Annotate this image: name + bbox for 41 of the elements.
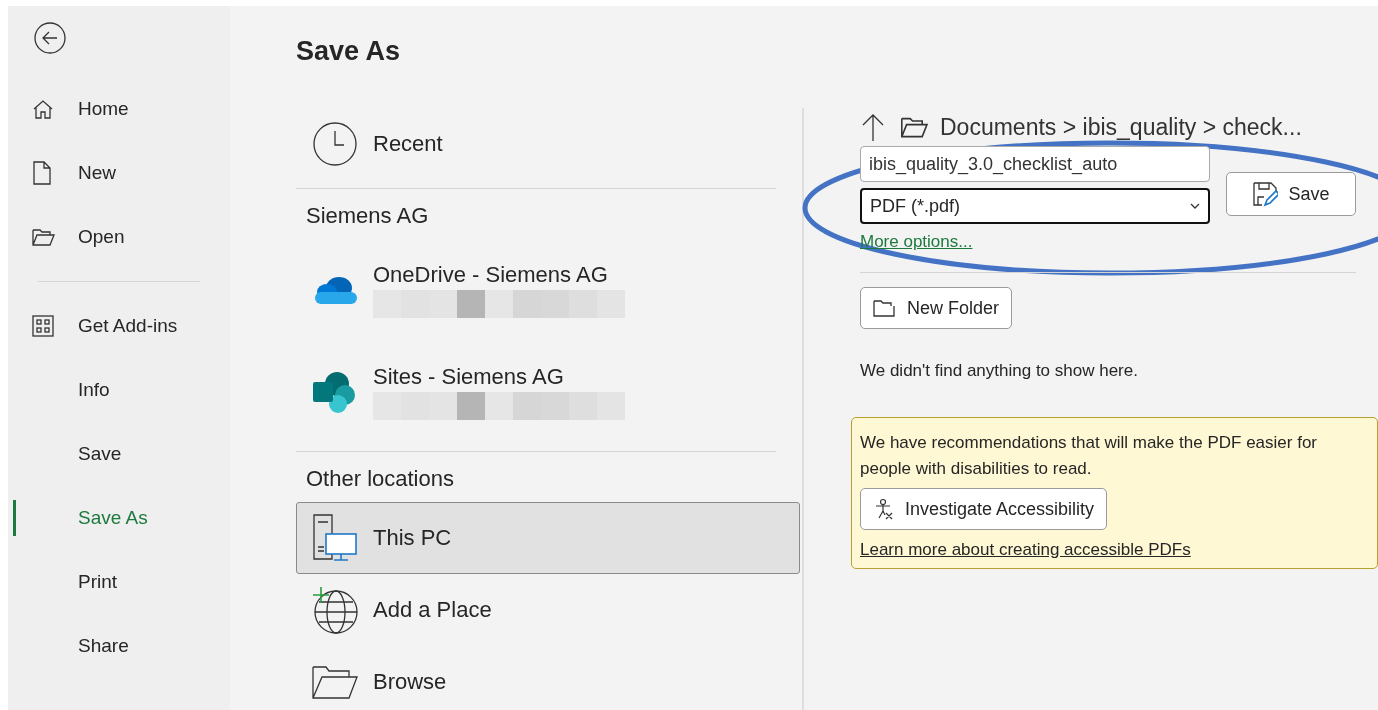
- folder-icon: [873, 298, 897, 318]
- location-item[interactable]: This PC: [296, 502, 800, 574]
- grid-icon: [32, 315, 54, 337]
- location-item[interactable]: OneDrive - Siemens AG: [296, 239, 800, 341]
- location-item[interactable]: Add a Place: [296, 574, 800, 646]
- save-button[interactable]: Save: [1226, 172, 1356, 216]
- location-item[interactable]: Browse: [296, 646, 800, 710]
- file-name-field[interactable]: ibis_quality_3.0_checklist_auto: [860, 146, 1210, 182]
- location-item[interactable]: Sites - Siemens AG: [296, 341, 800, 443]
- empty-message: We didn't find anything to show here.: [860, 361, 1138, 381]
- new-folder-button[interactable]: New Folder: [860, 287, 1013, 329]
- document-icon: [32, 161, 52, 185]
- nav-item[interactable]: Print: [8, 550, 230, 614]
- nav-item[interactable]: Info: [8, 358, 230, 422]
- home-icon: [32, 98, 54, 120]
- folder-icon: [32, 227, 56, 247]
- section-heading: Siemens AG: [305, 202, 430, 230]
- learn-more-link[interactable]: Learn more about creating accessible PDFs: [860, 540, 1369, 560]
- nav-item[interactable]: Home: [8, 77, 230, 141]
- clock-icon: [311, 120, 359, 168]
- nav-item[interactable]: Save: [8, 422, 230, 486]
- back-button[interactable]: [34, 22, 66, 54]
- nav-item[interactable]: New: [8, 141, 230, 205]
- section-heading: Other locations: [305, 465, 455, 493]
- up-arrow-icon[interactable]: [860, 112, 886, 142]
- investigate-accessibility-button[interactable]: Investigate Accessibility: [860, 488, 1108, 530]
- nav-item[interactable]: Open: [8, 205, 230, 269]
- save-icon: [1252, 181, 1279, 207]
- nav-item[interactable]: Save As: [8, 486, 230, 550]
- page-title: Save As: [296, 36, 402, 67]
- globe-icon: [310, 585, 360, 635]
- nav-item[interactable]: Share: [8, 614, 230, 678]
- chevron-down-icon: [1190, 203, 1200, 209]
- location-item[interactable]: Recent: [296, 108, 800, 180]
- breadcrumb-path[interactable]: Documents > ibis_quality > check...: [940, 113, 1302, 141]
- file-type-dropdown[interactable]: PDF (*.pdf): [860, 188, 1210, 224]
- folder-icon: [900, 115, 930, 139]
- recommendation-text: We have recommendations that will make the PDF easier for people with disabilities to read.: [860, 432, 1318, 480]
- nav-item[interactable]: Get Add-ins: [8, 294, 230, 358]
- more-options-link[interactable]: More options...: [860, 232, 1210, 252]
- accessibility-icon: [873, 498, 895, 520]
